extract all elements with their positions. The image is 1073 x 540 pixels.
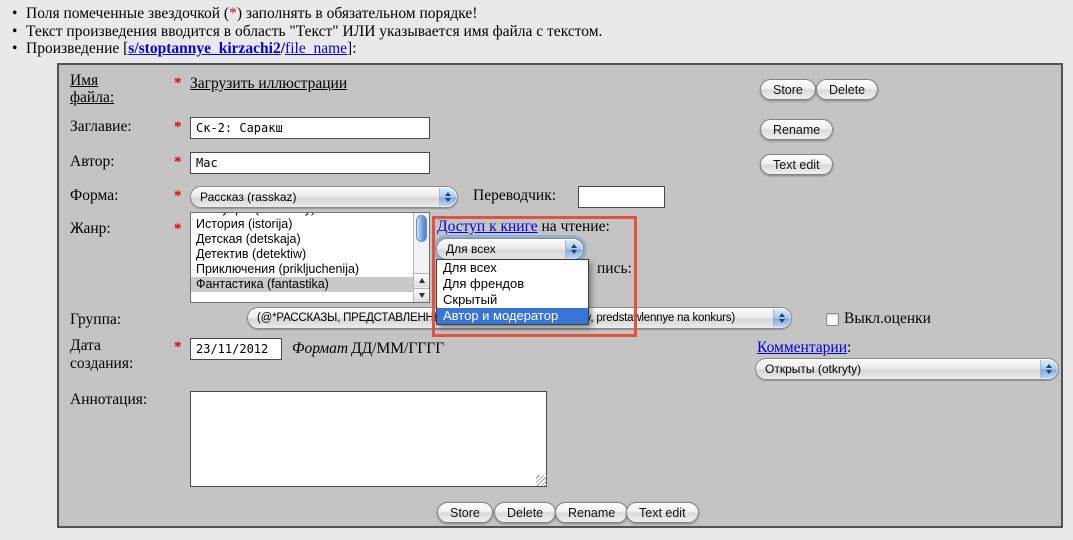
comments-label-line: Комментарии: [757, 339, 851, 357]
select-stepper-icon [773, 309, 790, 327]
scroll-down-icon[interactable] [414, 288, 429, 302]
form-type-label: Форма: [70, 187, 118, 205]
work-path-link[interactable]: s/stoptannye_kirzachi2 [128, 40, 280, 57]
comments-link[interactable]: Комментарии [757, 339, 847, 356]
select-stepper-icon [1040, 360, 1057, 378]
genre-option[interactable]: История (istorija) [191, 217, 413, 232]
bullet3-text-pre: Произведение [ [26, 40, 128, 57]
genre-listbox[interactable]: Мемуары (memuary) История (istorija) Дет… [190, 212, 430, 303]
date-label: Датасоздания: [70, 337, 133, 373]
required-asterisk-genre: * [174, 221, 182, 238]
date-format-pattern: ДД/ММ/ГГГГ [351, 340, 444, 358]
bullet-marker: • [12, 40, 26, 58]
author-input[interactable] [190, 152, 430, 174]
bullet-item-work: •Произведение [s/stoptannye_kirzachi2/fi… [12, 40, 602, 58]
form-type-select[interactable]: Рассказ (rasskaz) [190, 186, 458, 208]
creation-date-input[interactable] [190, 338, 282, 360]
author-label: Автор: [70, 153, 115, 171]
access-book-link[interactable]: Доступ к книге [437, 218, 538, 235]
file-name-link[interactable]: file_name [285, 40, 347, 57]
access-option[interactable]: Скрытый [437, 292, 588, 308]
access-option[interactable]: Для всех [437, 260, 588, 276]
page: •Поля помеченные звездочкой (*) заполнят… [0, 0, 1073, 540]
bullet1-text-pre: Поля помеченные звездочкой ( [26, 5, 229, 22]
title-input[interactable] [190, 117, 430, 139]
access-label-line: Доступ к книге на чтение: [437, 218, 610, 236]
scrollbar-thumb[interactable] [416, 215, 427, 242]
genre-label: Жанр: [70, 220, 111, 238]
access-read-select-value: Для всех [446, 242, 496, 256]
ratings-off-checkbox[interactable] [826, 313, 839, 326]
bullet-list: •Поля помеченные звездочкой (*) заполнят… [12, 5, 602, 58]
required-asterisk-title: * [174, 119, 182, 136]
select-stepper-icon [565, 240, 582, 258]
annotation-textarea[interactable] [190, 391, 547, 487]
write-access-fragment: пись: [597, 260, 632, 278]
access-option[interactable]: Для френдов [437, 276, 588, 292]
comments-select[interactable]: Открыты (otkryty) [755, 358, 1059, 380]
genre-option-selected[interactable]: Фантастика (fantastika) [191, 277, 413, 292]
ratings-off-label: Выкл.оценки [844, 310, 931, 328]
group-label: Группа: [70, 311, 121, 329]
bullet-item-required: •Поля помеченные звездочкой (*) заполнят… [12, 5, 602, 23]
text-edit-button-bottom[interactable]: Text edit [626, 502, 699, 523]
genre-option[interactable]: Детская (detskaja) [191, 232, 413, 247]
store-button-top[interactable]: Store [760, 79, 816, 100]
required-asterisk-author: * [174, 154, 182, 171]
required-asterisk-type: * [174, 188, 182, 205]
access-option-highlighted[interactable]: Автор и модератор [437, 308, 588, 324]
date-format-word: Формат [292, 340, 348, 358]
access-read-suffix: на чтение: [538, 218, 610, 235]
bullet-item-text: •Текст произведения вводится в область "… [12, 23, 602, 41]
comments-select-value: Открыты (otkryty) [765, 362, 861, 376]
annotation-label: Аннотация: [70, 391, 147, 409]
store-button-bottom[interactable]: Store [437, 502, 493, 523]
title-label: Заглавие: [70, 118, 132, 136]
required-asterisk-date: * [174, 339, 182, 356]
translator-input[interactable] [578, 186, 665, 208]
scroll-up-icon[interactable] [414, 273, 429, 287]
delete-button-top[interactable]: Delete [816, 79, 878, 100]
access-dropdown-menu: Для всех Для френдов Скрытый Автор и мод… [436, 259, 589, 325]
date-label-line2: создания: [70, 355, 133, 372]
upload-illustrations-link[interactable]: Загрузить иллюстрации [190, 75, 347, 93]
comments-colon: : [847, 339, 851, 356]
filename-label-link[interactable]: Имя файла: [70, 72, 134, 106]
genre-scrollbar[interactable] [413, 213, 429, 302]
genre-option[interactable]: Детектив (detektiw) [191, 247, 413, 262]
access-read-select[interactable]: Для всех [436, 238, 584, 260]
bullet-marker: • [12, 5, 26, 23]
bullet2-text: Текст произведения вводится в область "Т… [26, 23, 602, 40]
bullet3-text-post: ]: [347, 40, 356, 57]
rename-button-bottom[interactable]: Rename [555, 502, 628, 523]
translator-label: Переводчик: [473, 187, 556, 205]
required-note-asterisk: * [229, 5, 237, 22]
genre-options: Мемуары (memuary) История (istorija) Дет… [191, 213, 413, 302]
text-edit-button-top[interactable]: Text edit [760, 154, 833, 175]
form-type-select-value: Рассказ (rasskaz) [200, 190, 297, 204]
bullet-marker: • [12, 23, 26, 41]
date-label-line1: Дата [70, 337, 101, 354]
bullet1-text-post: ) заполнять в обязательном порядке! [237, 5, 478, 22]
delete-button-bottom[interactable]: Delete [494, 502, 556, 523]
required-asterisk-filename: * [174, 75, 182, 92]
genre-option[interactable]: Приключения (prikljuchenija) [191, 262, 413, 277]
rename-button-top[interactable]: Rename [760, 119, 833, 140]
select-stepper-icon [439, 188, 456, 206]
